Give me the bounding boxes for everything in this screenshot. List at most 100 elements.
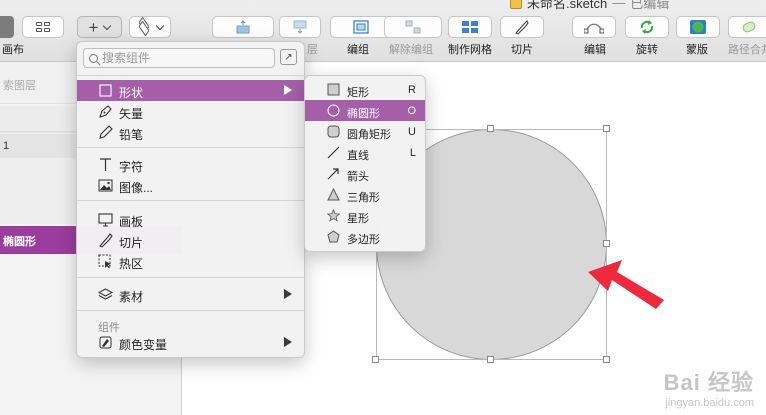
component-search-field[interactable]: [83, 48, 275, 68]
menu-item-assets[interactable]: 素材: [77, 284, 304, 305]
grid-icon: [36, 22, 50, 32]
menu-divider: [77, 277, 304, 278]
rectangle-icon: [327, 83, 340, 96]
resize-handle-top[interactable]: [487, 125, 494, 132]
chevron-down-icon: [103, 21, 112, 30]
menu-item-vector[interactable]: 矢量: [77, 101, 304, 122]
slice-label: 切片: [511, 44, 533, 56]
square-icon: [99, 84, 112, 97]
layers-icon: [137, 16, 151, 37]
menu-item-pencil[interactable]: 铅笔: [77, 122, 304, 143]
edited-status: 已编辑: [630, 0, 670, 11]
text-icon: [100, 158, 111, 171]
triangle-icon: [327, 188, 340, 201]
menu-item-color-variables[interactable]: 颜色变量: [77, 332, 304, 353]
make-grid-button[interactable]: [448, 16, 492, 38]
menu-divider: [77, 200, 304, 201]
canvas-view-icon[interactable]: [0, 16, 14, 38]
menu-item-shape[interactable]: 形状: [77, 80, 304, 101]
submenu-item-rounded-rectangle[interactable]: 圆角矩形 U: [305, 121, 425, 142]
resize-handle-top-right[interactable]: [603, 125, 610, 132]
line-icon: [327, 146, 340, 159]
menu-divider: [77, 147, 304, 148]
submenu-arrow-icon: [284, 337, 292, 347]
ungroup-button[interactable]: [384, 16, 442, 38]
make-grid-icon: [462, 21, 478, 33]
component-search-input[interactable]: [102, 51, 262, 65]
open-components-icon[interactable]: ↗: [280, 49, 297, 65]
insert-button[interactable]: +: [77, 16, 122, 38]
ungroup-label: 解除编组: [389, 44, 433, 56]
submenu-arrow-icon: [284, 85, 292, 95]
file-name: 未命名.sketch: [527, 0, 608, 11]
submenu-item-line[interactable]: 直线 L: [305, 142, 425, 163]
insert-menu: ↗ 形状 矢量 铅笔 字符 图像... 画板 切片 热区 素材 组件: [76, 41, 305, 358]
image-icon: [98, 179, 113, 192]
canvas-label: 画布: [2, 44, 24, 56]
mask-icon: [690, 20, 706, 34]
menu-item-image[interactable]: 图像...: [77, 175, 304, 196]
resize-handle-right[interactable]: [603, 240, 610, 247]
pencil-icon: [99, 125, 113, 139]
pen-tool-icon: [99, 105, 112, 118]
submenu-item-oval[interactable]: 椭圆形 O: [305, 100, 425, 121]
rotate-label: 旋转: [636, 44, 658, 56]
boolean-union-icon: [742, 21, 756, 33]
forward-icon: [236, 20, 250, 34]
hotspot-icon: [98, 254, 111, 269]
group-label: 编组: [347, 44, 369, 56]
rotate-button[interactable]: [625, 16, 669, 38]
path-combine-button[interactable]: [728, 16, 766, 38]
page-row-label: 1: [3, 140, 10, 152]
submenu-item-rectangle[interactable]: 矩形 R: [305, 79, 425, 100]
edit-label: 编辑: [584, 44, 606, 56]
resize-handle-bottom-right[interactable]: [603, 356, 610, 363]
menu-divider: [77, 75, 304, 76]
chevron-down-icon: [155, 21, 165, 30]
window-title: 未命名.sketch — 已编辑: [510, 0, 670, 11]
slice-knife-icon: [515, 20, 529, 35]
make-grid-label: 制作网格: [448, 44, 492, 56]
resize-handle-bottom[interactable]: [487, 356, 494, 363]
search-icon: [89, 53, 98, 63]
group-icon: [353, 20, 369, 34]
watermark-url: jingyan.baidu.com: [665, 397, 754, 409]
rotate-icon: [640, 20, 654, 34]
menu-item-hotspot[interactable]: 热区: [77, 251, 304, 272]
group-button[interactable]: [330, 16, 392, 38]
shape-submenu: 矩形 R 椭圆形 O 圆角矩形 U 直线 L 箭头 三角形 星形 多边形: [304, 75, 426, 252]
rounded-rectangle-icon: [327, 125, 340, 138]
menu-item-slice[interactable]: 切片: [77, 230, 304, 251]
layer-options-button[interactable]: [129, 16, 171, 38]
ungroup-icon: [405, 20, 421, 34]
watermark: Bai 经验 jingyan.baidu.com: [664, 365, 754, 409]
submenu-item-star[interactable]: 星形: [305, 205, 425, 226]
submenu-item-polygon[interactable]: 多边形: [305, 226, 425, 247]
path-combine-label: 路径合并: [728, 44, 766, 56]
edit-path-icon: [584, 23, 604, 34]
star-icon: [327, 209, 340, 222]
red-arrow-annotation: [588, 260, 664, 309]
layer-row-oval-label: 椭圆形: [3, 236, 36, 248]
layer-suffix-label: 层: [307, 44, 318, 56]
grid-view-button[interactable]: [22, 16, 64, 38]
menu-divider: [77, 310, 304, 311]
submenu-item-arrow[interactable]: 箭头: [305, 163, 425, 184]
mask-label: 蒙版: [686, 44, 708, 56]
mask-button[interactable]: [676, 16, 720, 38]
slice-button[interactable]: [500, 16, 544, 38]
backward-icon: [293, 20, 307, 34]
artboard-icon: [98, 213, 113, 227]
arrow-icon: [327, 168, 339, 180]
edit-button[interactable]: [572, 16, 616, 38]
title-separator: —: [612, 0, 626, 10]
menu-item-artboard[interactable]: 画板: [77, 209, 304, 230]
menu-item-text[interactable]: 字符: [77, 154, 304, 175]
layers-search-placeholder[interactable]: 索图层: [3, 77, 36, 99]
polygon-icon: [327, 230, 340, 243]
slice-knife-icon: [99, 233, 113, 248]
submenu-item-triangle[interactable]: 三角形: [305, 184, 425, 205]
resize-handle-bottom-left[interactable]: [372, 356, 379, 363]
forward-button[interactable]: [212, 16, 274, 38]
backward-button[interactable]: [279, 16, 321, 38]
